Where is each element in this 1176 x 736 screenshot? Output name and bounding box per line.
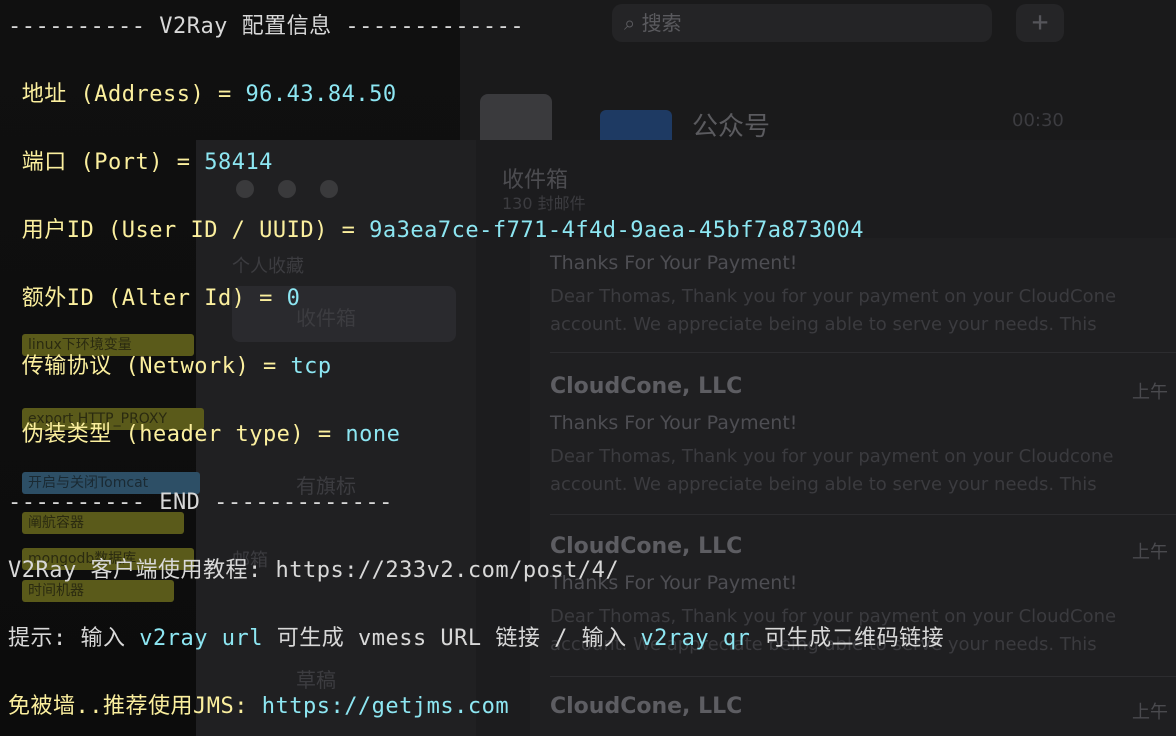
hint-prefix: 提示: 输入 [8, 626, 140, 651]
address-label: 地址 (Address) = [8, 82, 246, 107]
config-header-title: V2Ray 配置信息 [159, 14, 332, 39]
header-type-value: none [345, 422, 401, 447]
hint-line: 提示: 输入 v2ray url 可生成 vmess URL 链接 / 输入 v… [8, 624, 944, 654]
header-type-label: 伪装类型 (header type) = [8, 422, 346, 447]
config-header: ---------- V2Ray 配置信息 ------------- [8, 14, 525, 39]
promo-url[interactable]: https://getjms.com [262, 694, 509, 719]
tutorial-label: V2Ray 客户端使用教程: [8, 558, 276, 583]
tutorial-line: V2Ray 客户端使用教程: https://233v2.com/post/4/ [8, 556, 619, 586]
uuid-value: 9a3ea7ce-f771-4f4d-9aea-45bf7a873004 [369, 218, 864, 243]
network-value: tcp [290, 354, 332, 379]
tutorial-url[interactable]: https://233v2.com/post/4/ [275, 558, 619, 583]
network-label: 传输协议 (Network) = [8, 354, 291, 379]
network-line: 传输协议 (Network) = tcp [8, 352, 332, 382]
promo-label: 免被墙..推荐使用JMS: [8, 694, 262, 719]
terminal-output: ---------- V2Ray 配置信息 ------------- 地址 (… [0, 0, 1176, 736]
hint-middle: 可生成 vmess URL 链接 / 输入 [262, 626, 641, 651]
config-end-line: ---------- END ------------- [8, 490, 393, 515]
alter-id-value: 0 [286, 286, 301, 311]
alter-id-line: 额外ID (Alter Id) = 0 [8, 284, 300, 314]
hint-command-qr: v2ray qr [640, 626, 751, 651]
hint-suffix: 可生成二维码链接 [750, 626, 945, 651]
address-value: 96.43.84.50 [245, 82, 397, 107]
port-label: 端口 (Port) = [8, 150, 205, 175]
uuid-line: 用户ID (User ID / UUID) = 9a3ea7ce-f771-4f… [8, 216, 864, 246]
port-value: 58414 [204, 150, 273, 175]
promo-line: 免被墙..推荐使用JMS: https://getjms.com [8, 692, 509, 722]
port-line: 端口 (Port) = 58414 [8, 148, 273, 178]
address-line: 地址 (Address) = 96.43.84.50 [8, 80, 397, 110]
hint-command-url: v2ray url [139, 626, 263, 651]
alter-id-label: 额外ID (Alter Id) = [8, 286, 287, 311]
header-type-line: 伪装类型 (header type) = none [8, 420, 400, 450]
uuid-label: 用户ID (User ID / UUID) = [8, 218, 370, 243]
